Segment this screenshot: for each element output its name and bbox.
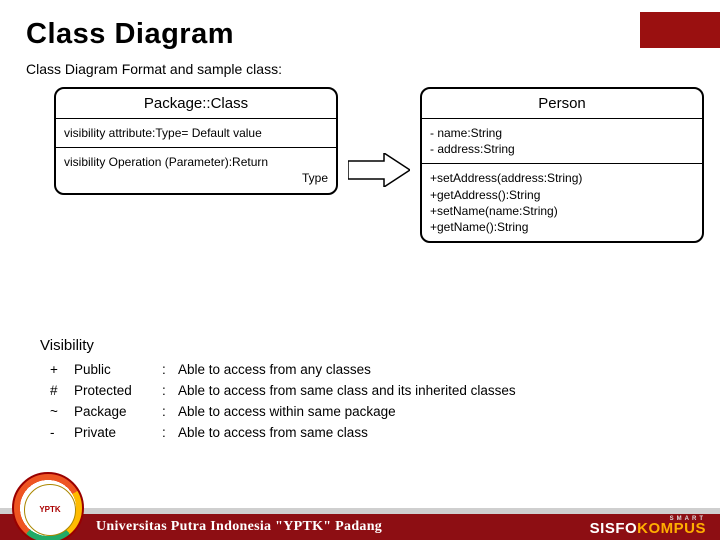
visibility-name: Protected <box>74 381 156 402</box>
visibility-name: Public <box>74 360 156 381</box>
visibility-row: - Private : Able to access from same cla… <box>50 423 694 444</box>
visibility-name: Package <box>74 402 156 423</box>
university-name: Universitas Putra Indonesia "YPTK" Padan… <box>96 514 382 540</box>
uml-format-op-line1: visibility Operation (Parameter):Return <box>64 154 328 170</box>
uml-format-attribute-section: visibility attribute:Type= Default value <box>56 119 336 148</box>
uml-example-attr: - address:String <box>430 141 694 157</box>
uml-format-operation-section: visibility Operation (Parameter):Return … <box>56 148 336 192</box>
visibility-desc: Able to access from any classes <box>178 360 371 381</box>
separator-colon: : <box>162 381 172 402</box>
uml-format-box: Package::Class visibility attribute:Type… <box>54 87 338 195</box>
accent-decor <box>640 12 720 48</box>
visibility-row: + Public : Able to access from any class… <box>50 360 694 381</box>
brand-logo: SMART SISFOKOMPUS <box>590 516 706 537</box>
uml-example-operation-section: +setAddress(address:String) +getAddress(… <box>422 164 702 241</box>
brand-pre: SISFO <box>590 520 638 537</box>
uml-example-op: +getName():String <box>430 219 694 235</box>
visibility-row: # Protected : Able to access from same c… <box>50 381 694 402</box>
university-logo-icon: YPTK <box>12 472 84 540</box>
uml-example-op: +setName(name:String) <box>430 203 694 219</box>
university-logo-initials: YPTK <box>24 484 76 536</box>
uml-example-op: +getAddress():String <box>430 187 694 203</box>
visibility-row: ~ Package : Able to access within same p… <box>50 402 694 423</box>
footer: YPTK Universitas Putra Indonesia "YPTK" … <box>0 496 720 540</box>
visibility-symbol: + <box>50 360 68 381</box>
visibility-desc: Able to access within same package <box>178 402 396 423</box>
uml-example-attribute-section: - name:String - address:String <box>422 119 702 164</box>
uml-format-name: Package::Class <box>56 89 336 119</box>
uml-example-box: Person - name:String - address:String +s… <box>420 87 704 243</box>
visibility-heading: Visibility <box>40 337 694 354</box>
uml-format-attribute: visibility attribute:Type= Default value <box>64 125 328 141</box>
uml-example-attr: - name:String <box>430 125 694 141</box>
visibility-table: + Public : Able to access from any class… <box>50 360 694 444</box>
visibility-symbol: - <box>50 423 68 444</box>
visibility-symbol: # <box>50 381 68 402</box>
visibility-desc: Able to access from same class and its i… <box>178 381 516 402</box>
uml-example-op: +setAddress(address:String) <box>430 170 694 186</box>
separator-colon: : <box>162 360 172 381</box>
uml-example-name: Person <box>422 89 702 119</box>
slide: Class Diagram Class Diagram Format and s… <box>0 0 720 540</box>
separator-colon: : <box>162 402 172 423</box>
brand-post: KOMPUS <box>637 520 706 537</box>
arrow-icon <box>348 153 410 187</box>
visibility-desc: Able to access from same class <box>178 423 368 444</box>
separator-colon: : <box>162 423 172 444</box>
visibility-symbol: ~ <box>50 402 68 423</box>
uml-format-op-line2: Type <box>64 170 328 186</box>
page-title: Class Diagram <box>26 18 694 51</box>
page-subtitle: Class Diagram Format and sample class: <box>26 61 694 77</box>
diagram-area: Package::Class visibility attribute:Type… <box>26 87 694 297</box>
visibility-name: Private <box>74 423 156 444</box>
